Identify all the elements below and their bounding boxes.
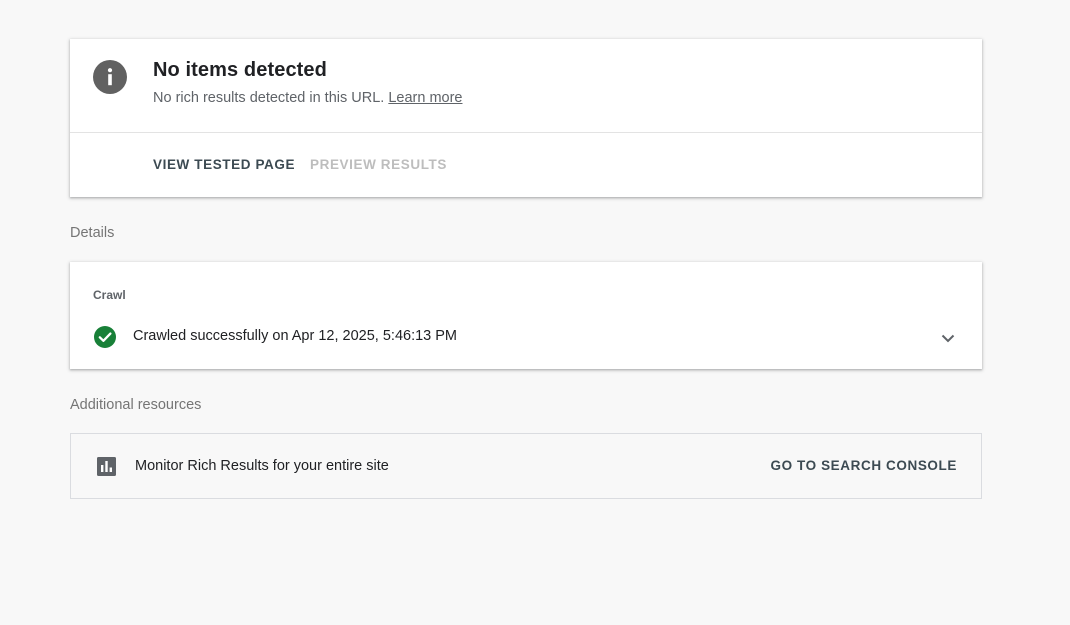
page: No items detected No rich results detect… xyxy=(0,0,1070,625)
info-icon xyxy=(93,60,127,94)
check-circle-icon xyxy=(94,326,116,348)
summary-actions: VIEW TESTED PAGE PREVIEW RESULTS xyxy=(70,133,982,197)
details-section-label: Details xyxy=(70,225,115,241)
go-to-search-console-button[interactable]: GO TO SEARCH CONSOLE xyxy=(770,458,957,473)
summary-title: No items detected xyxy=(153,59,327,81)
preview-results-button[interactable]: PREVIEW RESULTS xyxy=(310,157,447,172)
crawl-card: Crawl Crawled successfully on Apr 12, 20… xyxy=(70,262,982,369)
learn-more-link[interactable]: Learn more xyxy=(388,90,462,106)
view-tested-page-button[interactable]: VIEW TESTED PAGE xyxy=(153,157,295,172)
resources-card: Monitor Rich Results for your entire sit… xyxy=(70,433,982,499)
summary-header: No items detected No rich results detect… xyxy=(70,39,982,133)
crawl-status-text: Crawled successfully on Apr 12, 2025, 5:… xyxy=(133,328,458,344)
resource-text: Monitor Rich Results for your entire sit… xyxy=(135,458,389,474)
summary-card: No items detected No rich results detect… xyxy=(70,39,982,197)
additional-resources-label: Additional resources xyxy=(70,397,202,413)
chevron-down-icon xyxy=(941,334,955,342)
crawl-expand-button[interactable] xyxy=(936,326,960,350)
summary-subtitle-text: No rich results detected in this URL. xyxy=(153,90,385,106)
bar-chart-icon xyxy=(97,457,116,476)
summary-subtitle: No rich results detected in this URL. Le… xyxy=(153,90,462,106)
crawl-heading: Crawl xyxy=(93,288,126,302)
